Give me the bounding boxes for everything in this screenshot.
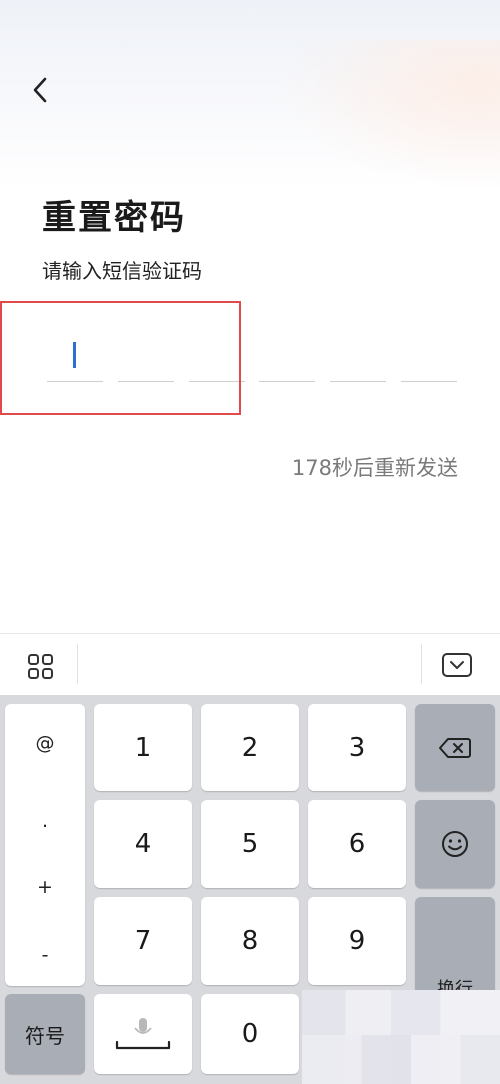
- resend-countdown[interactable]: 178秒后重新发送: [292, 452, 458, 482]
- key-symbol-at[interactable]: @: [5, 732, 85, 754]
- microphone-space-icon: [115, 1018, 171, 1050]
- page-title: 重置密码: [42, 198, 186, 238]
- key-1[interactable]: 1: [94, 704, 192, 791]
- key-9[interactable]: 9: [308, 897, 406, 985]
- code-digit-2[interactable]: [117, 330, 174, 382]
- key-8[interactable]: 8: [201, 897, 299, 985]
- page-subtitle: 请输入短信验证码: [42, 259, 202, 283]
- keyboard-toolbar: [0, 633, 500, 695]
- key-6[interactable]: 6: [308, 800, 406, 888]
- key-symbol-minus[interactable]: -: [5, 944, 85, 966]
- key-symbol-dot[interactable]: .: [5, 810, 85, 832]
- smiley-icon: [442, 831, 468, 857]
- key-7[interactable]: 7: [94, 897, 192, 985]
- code-digit-4[interactable]: [259, 330, 316, 382]
- chevron-left-icon: [33, 77, 47, 103]
- key-5[interactable]: 5: [201, 800, 299, 888]
- symbol-column: @ . + -: [5, 704, 85, 986]
- key-symbol-plus[interactable]: +: [5, 876, 85, 898]
- key-4[interactable]: 4: [94, 800, 192, 888]
- key-2[interactable]: 2: [201, 704, 299, 791]
- reset-password-screen: 重置密码 请输入短信验证码 178秒后重新发送 @ . + - 1 2 3 4 …: [0, 0, 500, 1084]
- space-voice-key[interactable]: [94, 994, 192, 1074]
- toolbar-divider: [421, 644, 422, 684]
- verification-code-input[interactable]: [47, 330, 457, 385]
- header-glow: [280, 40, 500, 190]
- grid-four-icon[interactable]: [26, 652, 56, 682]
- backspace-icon: [439, 737, 471, 758]
- symbols-key[interactable]: 符号: [5, 994, 85, 1074]
- code-digit-6[interactable]: [400, 330, 457, 382]
- numeric-keyboard: @ . + - 1 2 3 4 5 6 7 8 9 符号 0: [0, 695, 500, 1084]
- delete-key[interactable]: [415, 704, 495, 791]
- text-caret: [73, 342, 76, 368]
- code-digit-1[interactable]: [47, 330, 103, 382]
- emoji-key[interactable]: [415, 800, 495, 888]
- blurred-region: [302, 1035, 500, 1084]
- code-digit-3[interactable]: [188, 330, 245, 382]
- key-0[interactable]: 0: [201, 994, 299, 1074]
- back-button[interactable]: [20, 70, 60, 110]
- toolbar-divider: [77, 644, 78, 684]
- keyboard-collapse-icon[interactable]: [440, 651, 474, 681]
- code-digit-5[interactable]: [330, 330, 387, 382]
- key-3[interactable]: 3: [308, 704, 406, 791]
